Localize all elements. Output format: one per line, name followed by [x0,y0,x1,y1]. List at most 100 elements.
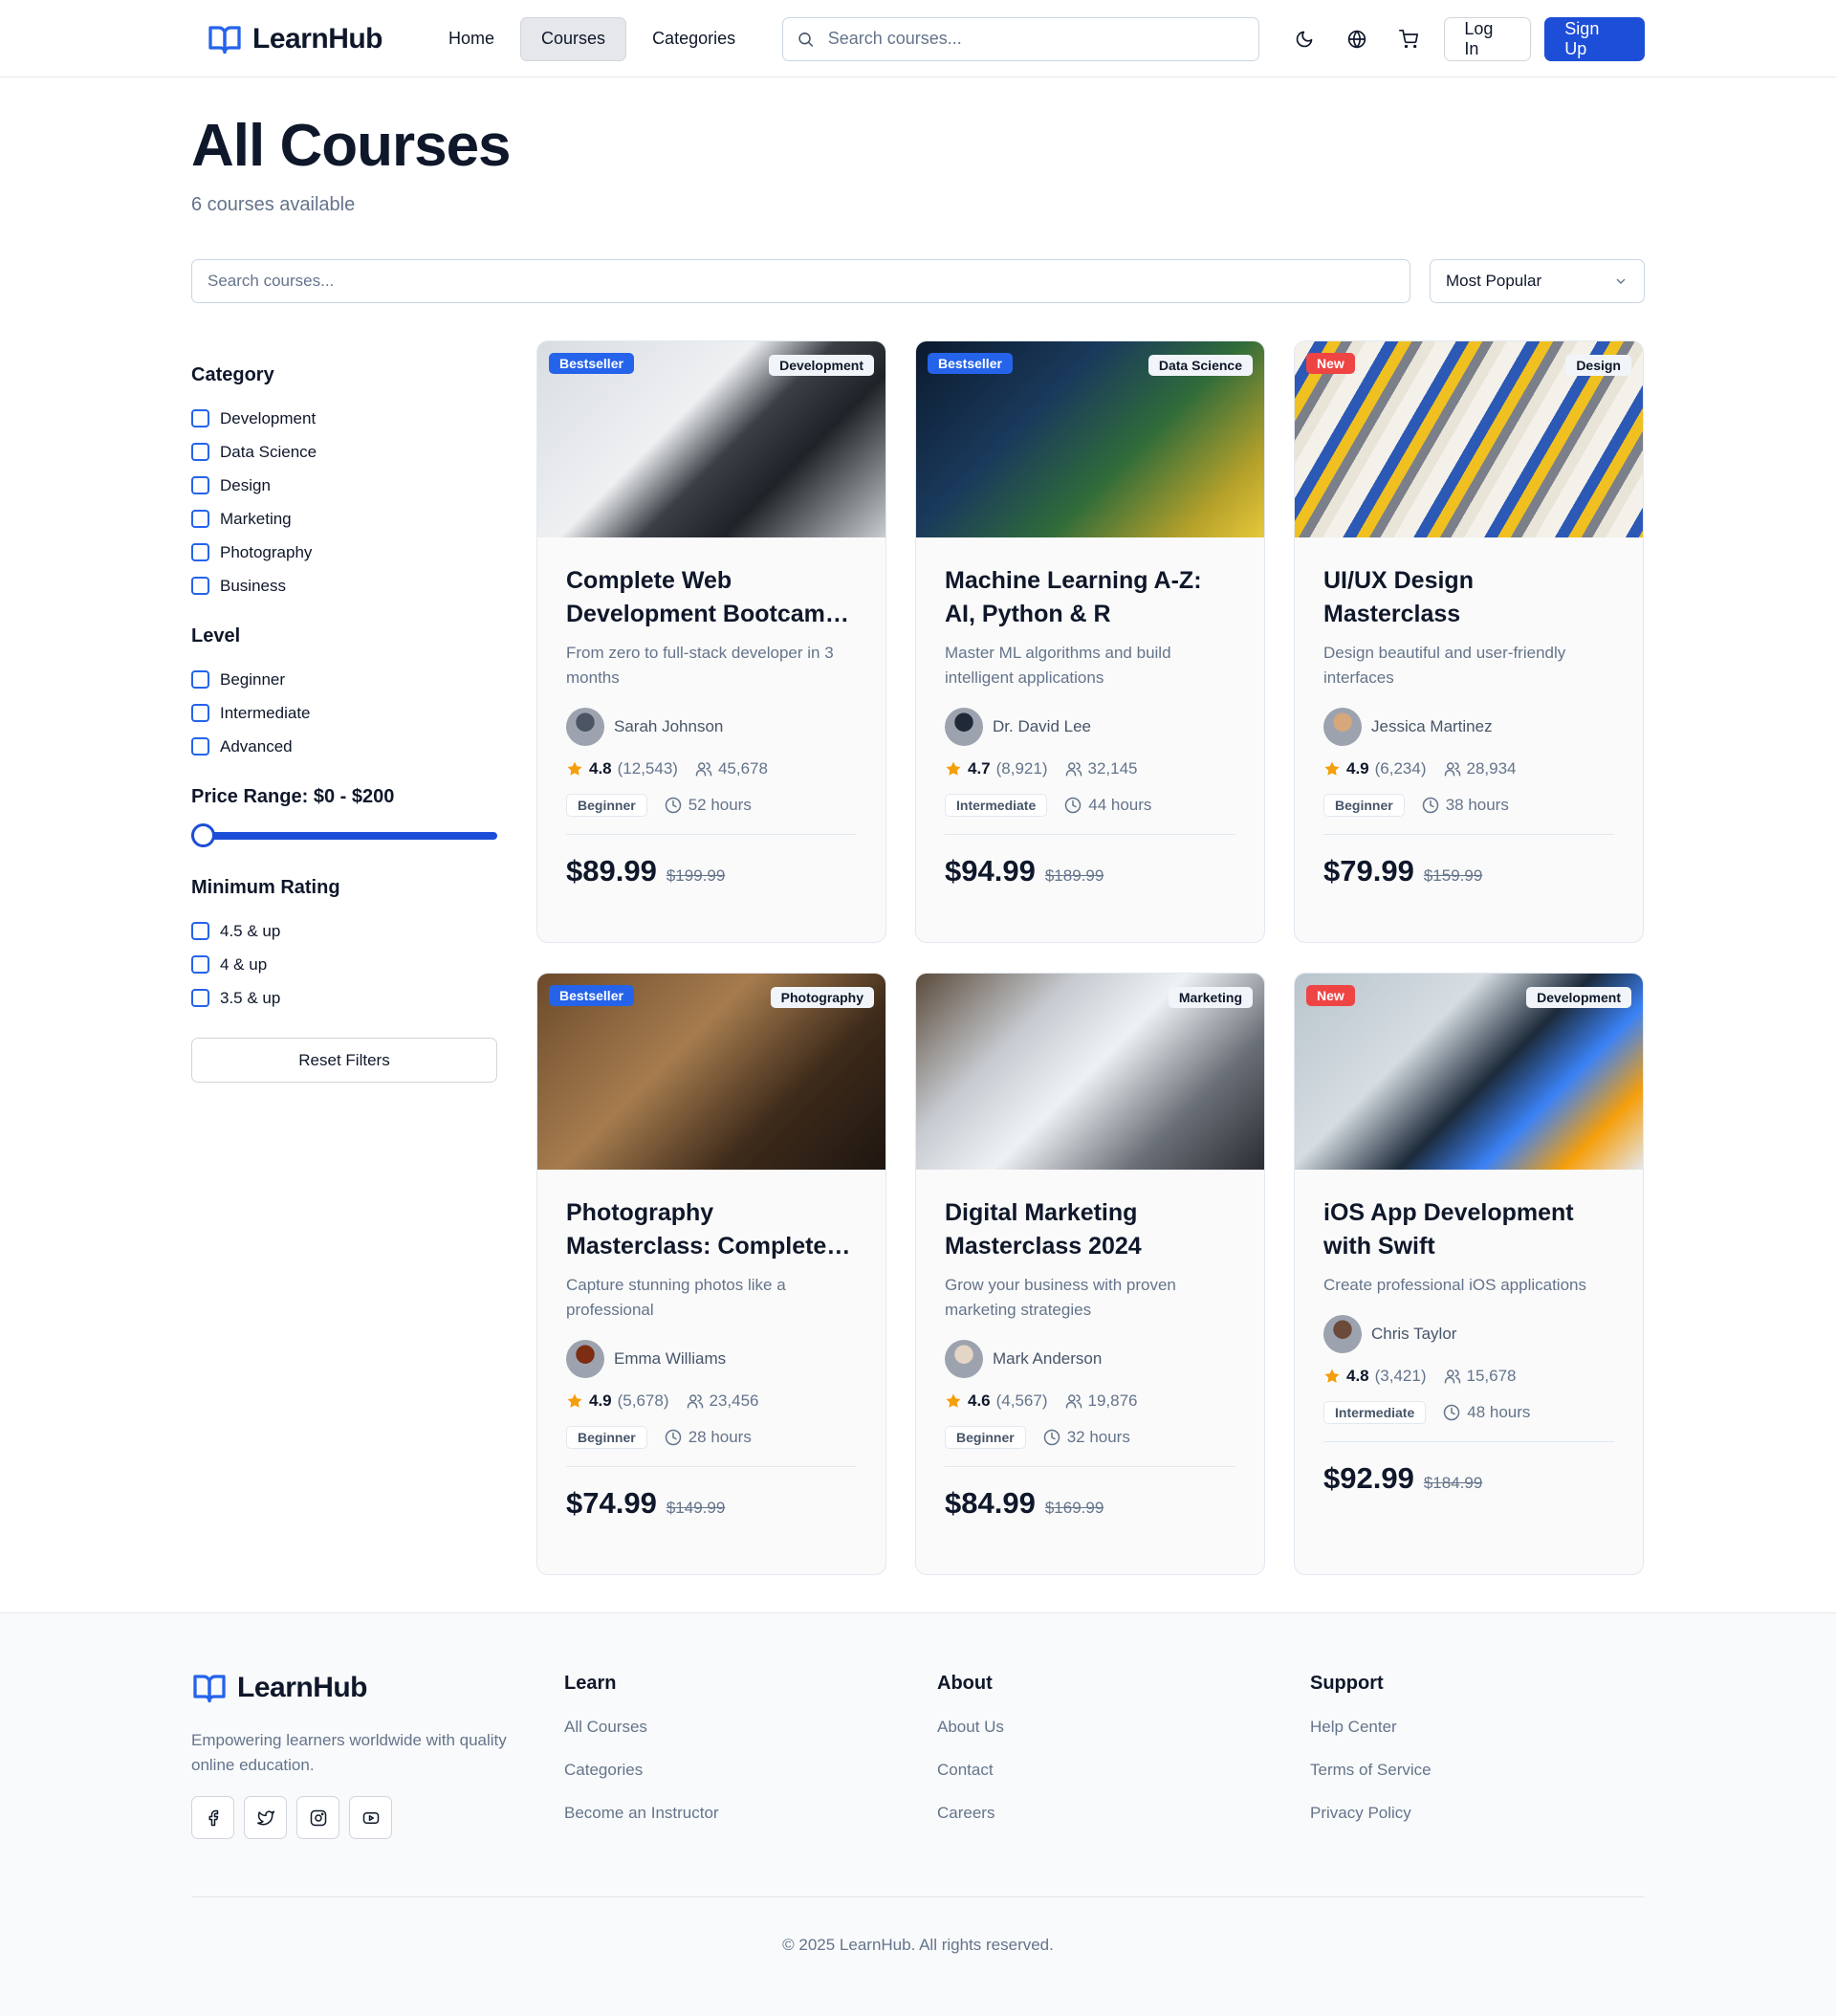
course-card[interactable]: Bestseller Data Science Machine Learning… [915,340,1265,943]
footer-link[interactable]: Careers [937,1804,1004,1847]
course-card[interactable]: Bestseller Development Complete Web Deve… [536,340,886,943]
theme-toggle-button[interactable] [1286,20,1323,58]
course-thumbnail[interactable]: Bestseller Development [537,341,885,537]
checkbox[interactable] [191,409,209,427]
course-card[interactable]: New Design UI/UX Design Masterclass Desi… [1294,340,1644,943]
instructor-name: Chris Taylor [1371,1325,1457,1343]
footer-link[interactable]: Help Center [1310,1718,1432,1761]
avatar [1323,708,1362,746]
users-icon [1444,762,1460,777]
rating-option[interactable]: 4.5 & up [191,914,497,948]
slider-thumb[interactable] [191,823,215,847]
nav-categories[interactable]: Categories [632,17,755,61]
course-title[interactable]: Machine Learning A-Z: AI, Python & R [945,564,1235,631]
course-description: Grow your business with proven marketing… [945,1276,1176,1319]
footer-link[interactable]: Contact [937,1761,1004,1804]
nav-courses[interactable]: Courses [520,16,627,61]
checkbox[interactable] [191,577,209,595]
cart-button[interactable] [1389,20,1427,58]
course-thumbnail[interactable]: Bestseller Data Science [916,341,1264,537]
sort-select[interactable]: Most Popular [1430,259,1645,303]
header-search-input[interactable] [827,29,1245,49]
course-title[interactable]: iOS App Development with Swift [1323,1196,1614,1263]
star-icon [1324,761,1340,776]
youtube-link[interactable] [349,1796,392,1839]
course-price: $84.99 [945,1486,1036,1520]
footer-brand-logo[interactable]: LearnHub [191,1671,368,1705]
course-thumbnail[interactable]: Marketing [916,974,1264,1170]
footer-link[interactable]: About Us [937,1718,1004,1761]
facebook-icon [208,1809,218,1826]
checkbox[interactable] [191,922,209,940]
course-thumbnail[interactable]: New Development [1295,974,1643,1170]
course-thumbnail[interactable]: New Design [1295,341,1643,537]
course-review-count: (4,567) [995,1391,1048,1410]
checkbox[interactable] [191,955,209,974]
checkbox[interactable] [191,737,209,756]
footer-brand-name: LearnHub [237,1672,368,1703]
footer-link[interactable]: Become an Instructor [564,1804,719,1847]
footer-link[interactable]: Terms of Service [1310,1761,1432,1804]
avatar [1323,1315,1362,1353]
category-option[interactable]: Marketing [191,502,497,536]
category-option[interactable]: Development [191,402,497,435]
twitter-link[interactable] [244,1796,287,1839]
level-option[interactable]: Intermediate [191,696,497,730]
course-price-row: $79.99 $159.99 [1323,854,1614,888]
checkbox[interactable] [191,543,209,561]
course-title[interactable]: Digital Marketing Masterclass 2024 [945,1196,1235,1263]
level-option[interactable]: Advanced [191,730,497,763]
course-rating: 4.8 [589,759,612,778]
checkbox[interactable] [191,443,209,461]
course-description: From zero to full-stack developer in 3 m… [566,644,834,687]
reset-filters-button[interactable]: Reset Filters [191,1038,497,1083]
header-search-box[interactable] [782,16,1259,61]
rating-option-label: 4.5 & up [220,921,281,940]
price-range-slider[interactable] [191,823,497,847]
clock-icon [1444,1404,1460,1421]
category-option[interactable]: Business [191,569,497,603]
category-option-label: Marketing [220,509,292,528]
category-option[interactable]: Design [191,469,497,502]
facebook-link[interactable] [191,1796,234,1839]
checkbox[interactable] [191,670,209,689]
course-meta: Beginner 38 hours [1323,794,1614,835]
page-title: All Courses [191,113,512,179]
course-search-input[interactable] [208,272,1394,291]
checkbox[interactable] [191,989,209,1007]
rating-option[interactable]: 3.5 & up [191,981,497,1015]
rating-option[interactable]: 4 & up [191,948,497,981]
nav-home[interactable]: Home [428,17,514,61]
course-title[interactable]: UI/UX Design Masterclass [1323,564,1614,631]
course-title[interactable]: Photography Masterclass: Complete Guide [566,1196,857,1263]
course-card[interactable]: Marketing Digital Marketing Masterclass … [915,973,1265,1575]
checkbox[interactable] [191,704,209,722]
level-option[interactable]: Beginner [191,663,497,696]
star-icon [567,761,582,776]
course-card[interactable]: New Development iOS App Development with… [1294,973,1644,1575]
footer-link[interactable]: All Courses [564,1718,719,1761]
checkbox[interactable] [191,476,209,494]
footer-link[interactable]: Categories [564,1761,719,1804]
instagram-link[interactable] [296,1796,339,1839]
category-option[interactable]: Photography [191,536,497,569]
course-meta: Intermediate 48 hours [1323,1401,1614,1442]
course-category-badge: Data Science [1148,355,1253,376]
signup-button[interactable]: Sign Up [1544,16,1645,61]
brand-logo[interactable]: LearnHub [207,22,383,56]
footer-link[interactable]: Privacy Policy [1310,1804,1432,1847]
globe-icon [1347,29,1366,49]
course-thumbnail[interactable]: Bestseller Photography [537,974,885,1170]
course-search-box[interactable] [191,259,1410,303]
course-card[interactable]: Bestseller Photography Photography Maste… [536,973,886,1575]
level-badge: Intermediate [1323,1401,1427,1424]
course-price-row: $89.99 $199.99 [566,854,857,888]
category-option[interactable]: Data Science [191,435,497,469]
course-description: Design beautiful and user-friendly inter… [1323,644,1566,687]
level-option-label: Beginner [220,669,286,689]
course-duration: 48 hours [1443,1403,1530,1422]
login-button[interactable]: Log In [1444,16,1532,61]
course-title[interactable]: Complete Web Development Bootcamp 2024 [566,564,857,631]
checkbox[interactable] [191,510,209,528]
language-button[interactable] [1338,20,1375,58]
